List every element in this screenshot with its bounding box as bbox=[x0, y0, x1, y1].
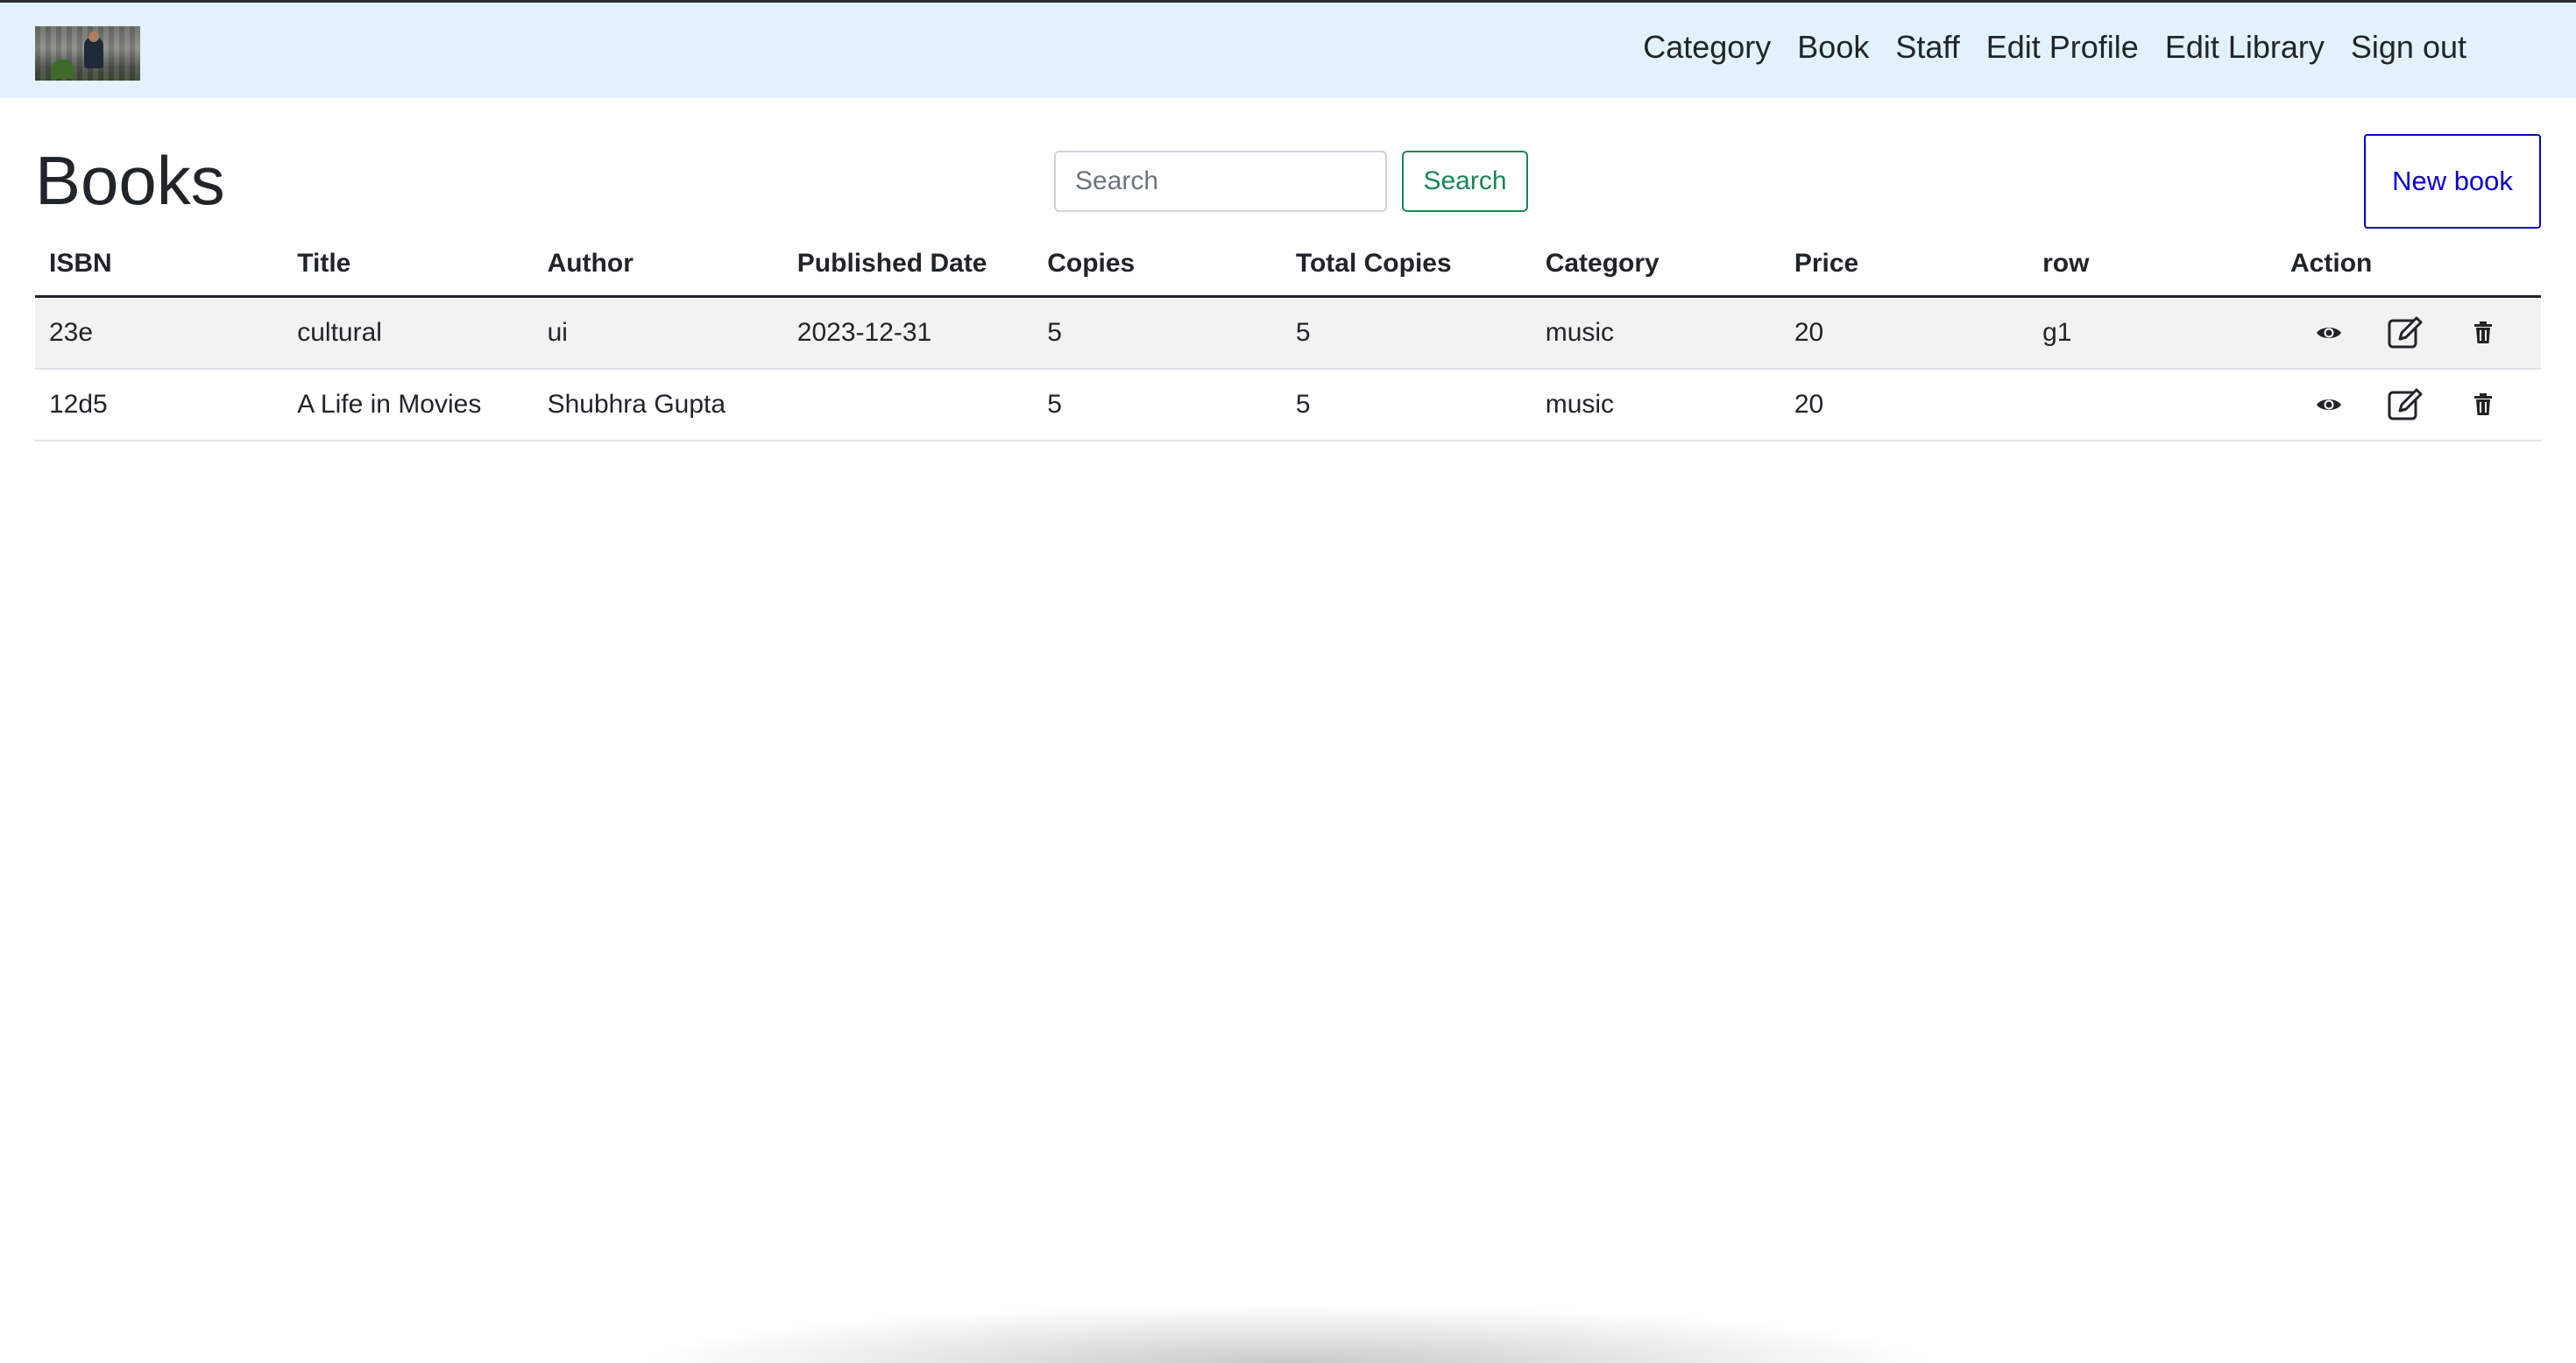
nav-link-edit-library[interactable]: Edit Library bbox=[2165, 25, 2325, 69]
logo[interactable] bbox=[35, 26, 140, 81]
cell-price: 20 bbox=[1780, 369, 2029, 441]
cell-price: 20 bbox=[1780, 296, 2029, 370]
app-window: Category Book Staff Edit Profile Edit Li… bbox=[0, 0, 2576, 1363]
nav-link-edit-profile[interactable]: Edit Profile bbox=[1986, 25, 2139, 69]
eye-icon[interactable] bbox=[2290, 378, 2367, 431]
nav-link-book[interactable]: Book bbox=[1797, 25, 1869, 69]
cell-isbn: 23e bbox=[35, 296, 284, 370]
column-header-total-copies[interactable]: Total Copies bbox=[1281, 232, 1532, 298]
action-group bbox=[2290, 307, 2527, 359]
navbar: Category Book Staff Edit Profile Edit Li… bbox=[0, 3, 2576, 98]
logo-image-plant bbox=[51, 60, 74, 79]
cell-copies: 5 bbox=[1033, 296, 1282, 370]
cell-author: Shubhra Gupta bbox=[533, 369, 783, 441]
cell-total-copies: 5 bbox=[1281, 369, 1532, 441]
cell-actions bbox=[2276, 296, 2541, 370]
new-book-button[interactable]: New book bbox=[2364, 134, 2541, 229]
cell-published-date bbox=[782, 369, 1034, 441]
edit-icon[interactable] bbox=[2367, 307, 2445, 359]
column-header-author[interactable]: Author bbox=[533, 232, 783, 298]
cell-title: A Life in Movies bbox=[283, 369, 534, 441]
search-button[interactable]: Search bbox=[1402, 151, 1528, 212]
column-header-copies[interactable]: Copies bbox=[1033, 232, 1282, 298]
cell-total-copies: 5 bbox=[1281, 296, 1532, 370]
cell-isbn: 12d5 bbox=[35, 369, 284, 441]
nav-link-category[interactable]: Category bbox=[1643, 25, 1771, 69]
nav-link-sign-out[interactable]: Sign out bbox=[2351, 25, 2466, 69]
table-body: 23e cultural ui 2023-12-31 5 5 music 20 … bbox=[35, 296, 2541, 441]
books-table: ISBN Title Author Published Date Copies … bbox=[35, 232, 2541, 441]
column-header-published-date[interactable]: Published Date bbox=[782, 232, 1034, 298]
cell-published-date: 2023-12-31 bbox=[782, 296, 1034, 370]
column-header-row[interactable]: row bbox=[2028, 232, 2277, 298]
column-header-isbn[interactable]: ISBN bbox=[35, 232, 284, 298]
nav-link-staff[interactable]: Staff bbox=[1895, 25, 1959, 69]
table-row: 23e cultural ui 2023-12-31 5 5 music 20 … bbox=[35, 296, 2541, 370]
logo-image-head bbox=[88, 32, 99, 42]
eye-icon[interactable] bbox=[2290, 307, 2367, 359]
cell-copies: 5 bbox=[1033, 369, 1282, 441]
action-group bbox=[2290, 378, 2527, 431]
table-row: 12d5 A Life in Movies Shubhra Gupta 5 5 … bbox=[35, 369, 2541, 441]
table-header-row: ISBN Title Author Published Date Copies … bbox=[35, 232, 2541, 298]
cell-title: cultural bbox=[283, 296, 534, 370]
column-header-title[interactable]: Title bbox=[283, 232, 534, 298]
nav-links: Category Book Staff Edit Profile Edit Li… bbox=[1643, 25, 2466, 69]
edit-icon[interactable] bbox=[2367, 378, 2445, 431]
cell-row bbox=[2028, 369, 2277, 441]
cell-author: ui bbox=[533, 296, 783, 370]
column-header-category[interactable]: Category bbox=[1531, 232, 1780, 298]
cell-category: music bbox=[1531, 296, 1780, 370]
page-title: Books bbox=[35, 142, 225, 219]
cell-actions bbox=[2276, 369, 2541, 441]
search-input[interactable] bbox=[1054, 151, 1387, 212]
window-bottom-shadow bbox=[648, 1305, 1928, 1363]
trash-icon[interactable] bbox=[2445, 378, 2522, 431]
trash-icon[interactable] bbox=[2445, 307, 2522, 359]
table-header: ISBN Title Author Published Date Copies … bbox=[35, 232, 2541, 298]
cell-category: music bbox=[1531, 369, 1780, 441]
cell-row: g1 bbox=[2028, 296, 2277, 370]
column-header-price[interactable]: Price bbox=[1780, 232, 2029, 298]
column-header-action: Action bbox=[2276, 232, 2541, 298]
